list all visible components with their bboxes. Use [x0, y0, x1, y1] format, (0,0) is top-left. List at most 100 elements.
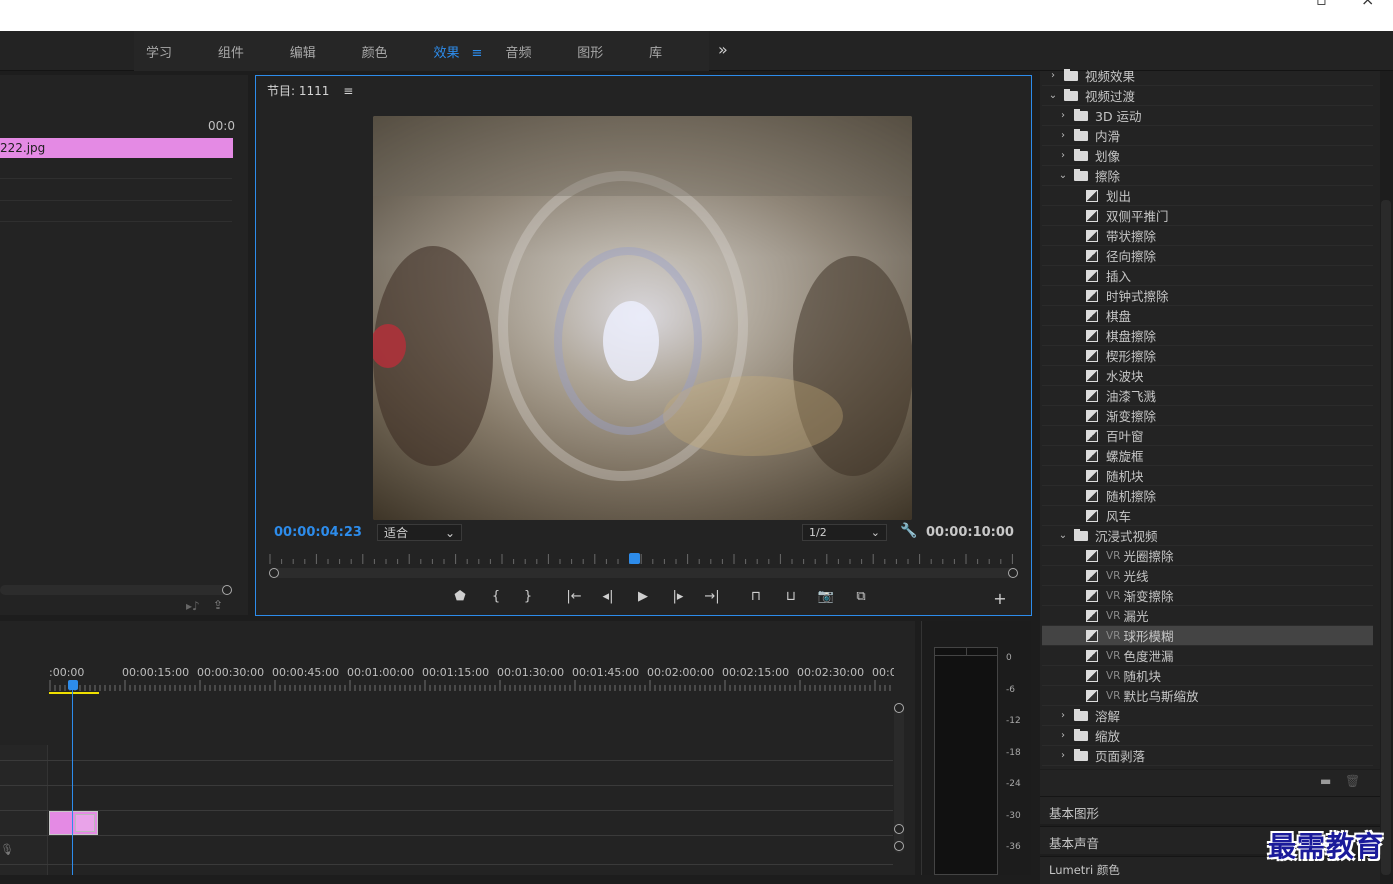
chevron-right-icon[interactable]: ›	[1058, 710, 1068, 721]
mark-out-icon[interactable]: }	[518, 589, 538, 604]
timeline-playhead[interactable]	[68, 680, 78, 690]
scroll-handle-bottom[interactable]	[894, 824, 904, 834]
restore-icon[interactable]: ▫	[1316, 0, 1327, 9]
effect-item[interactable]: VR 默比乌斯缩放	[1042, 686, 1373, 706]
scroll-handle[interactable]	[894, 841, 904, 851]
go-to-out-icon[interactable]: →|	[702, 589, 722, 604]
timeline-ticks[interactable]	[49, 680, 894, 692]
work-area-bar[interactable]	[49, 692, 99, 694]
new-bin-icon[interactable]: ▬	[1320, 774, 1331, 788]
more-workspaces-icon[interactable]: »	[718, 40, 728, 59]
effects-folder[interactable]: › 内滑	[1042, 126, 1373, 146]
go-to-in-icon[interactable]: |←	[564, 589, 584, 604]
extract-icon[interactable]: ⊔	[781, 589, 801, 604]
panel-menu-icon[interactable]: ≡	[343, 84, 353, 98]
zoom-handle-left[interactable]	[269, 568, 279, 578]
chevron-right-icon[interactable]: ›	[1048, 70, 1058, 81]
effects-folder[interactable]: ⌄ 沉浸式视频	[1042, 526, 1373, 546]
effect-item[interactable]: 风车	[1042, 506, 1373, 526]
effects-folder[interactable]: › 页面剥落	[1042, 746, 1373, 766]
chevron-right-icon[interactable]: ›	[1058, 130, 1068, 141]
chevron-right-icon[interactable]: ›	[1058, 730, 1068, 741]
source-clip[interactable]: 222.jpg	[0, 138, 233, 158]
effects-folder[interactable]: › 划像	[1042, 146, 1373, 166]
chevron-right-icon[interactable]: ›	[1058, 750, 1068, 761]
lift-icon[interactable]: ⊓	[746, 589, 766, 604]
effects-folder[interactable]: ⌄ 视频过渡	[1042, 86, 1373, 106]
transition-marker[interactable]	[75, 814, 95, 832]
effect-item[interactable]: 插入	[1042, 266, 1373, 286]
program-video-frame[interactable]	[373, 116, 912, 520]
effects-folder[interactable]: › 3D 运动	[1042, 106, 1373, 126]
comparison-view-icon[interactable]: ⧉	[851, 589, 871, 604]
tab-2[interactable]: 编辑	[278, 42, 350, 61]
chevron-right-icon[interactable]: ›	[1058, 110, 1068, 121]
effect-item[interactable]: VR 色度泄漏	[1042, 646, 1373, 666]
step-back-icon[interactable]: ◂|	[598, 589, 618, 604]
effect-item[interactable]: 楔形擦除	[1042, 346, 1373, 366]
tab-6[interactable]: 图形	[565, 42, 637, 61]
effect-item[interactable]: 油漆飞溅	[1042, 386, 1373, 406]
insert-icon[interactable]: ▸♪	[186, 599, 200, 613]
add-marker-icon[interactable]: ⬟	[450, 589, 470, 604]
effect-item[interactable]: 棋盘擦除	[1042, 326, 1373, 346]
trash-icon[interactable]: 🗑	[1345, 774, 1360, 788]
tab-4[interactable]: 效果 ≡	[421, 42, 493, 61]
effect-item[interactable]: 渐变擦除	[1042, 406, 1373, 426]
chevron-down-icon[interactable]: ⌄	[1058, 170, 1068, 181]
effects-folder[interactable]: › 溶解	[1042, 706, 1373, 726]
mic-icon[interactable]: 🎙	[0, 843, 14, 856]
effect-item[interactable]: 带状擦除	[1042, 226, 1373, 246]
effect-item[interactable]: 径向擦除	[1042, 246, 1373, 266]
current-timecode[interactable]: 00:00:04:23	[274, 525, 362, 540]
program-ruler[interactable]	[268, 552, 1017, 566]
tab-3[interactable]: 颜色	[350, 42, 422, 61]
program-playhead[interactable]	[629, 553, 640, 564]
effect-item[interactable]: 随机块	[1042, 466, 1373, 486]
close-icon[interactable]: ×	[1361, 0, 1374, 9]
source-scrollbar[interactable]	[0, 585, 228, 595]
step-forward-icon[interactable]: |▸	[668, 589, 688, 604]
program-zoom-bar[interactable]	[270, 568, 1016, 578]
timeline-scrollbar[interactable]	[893, 703, 905, 853]
tab-5[interactable]: 音频	[493, 42, 565, 61]
chevron-down-icon[interactable]: ⌄	[1058, 530, 1068, 541]
tab-7[interactable]: 库	[637, 42, 709, 61]
play-icon[interactable]: ▶	[633, 589, 653, 604]
camera-icon[interactable]: 📷	[816, 589, 836, 604]
effect-item[interactable]: VR 渐变擦除	[1042, 586, 1373, 606]
effect-item[interactable]: 百叶窗	[1042, 426, 1373, 446]
timeline-clip[interactable]	[49, 811, 98, 835]
section-essential-graphics[interactable]: 基本图形	[1040, 796, 1380, 824]
effect-item[interactable]: VR 漏光	[1042, 606, 1373, 626]
effect-item[interactable]: 时钟式擦除	[1042, 286, 1373, 306]
mark-in-icon[interactable]: {	[486, 589, 506, 604]
tab-menu-icon[interactable]: ≡	[471, 46, 482, 61]
effect-item[interactable]: VR 随机块	[1042, 666, 1373, 686]
effect-item[interactable]: VR 球形模糊	[1042, 626, 1373, 646]
zoom-handle-right[interactable]	[1008, 568, 1018, 578]
scroll-handle-top[interactable]	[894, 703, 904, 713]
effect-item[interactable]: 划出	[1042, 186, 1373, 206]
tab-1[interactable]: 组件	[206, 42, 278, 61]
effects-folder[interactable]: › 视频效果	[1042, 66, 1373, 86]
effect-item[interactable]: VR 光圈擦除	[1042, 546, 1373, 566]
effects-folder[interactable]: › 缩放	[1042, 726, 1373, 746]
add-button-icon[interactable]: +	[990, 589, 1010, 608]
chevron-down-icon[interactable]: ⌄	[1048, 90, 1058, 101]
effect-item[interactable]: 棋盘	[1042, 306, 1373, 326]
effect-item[interactable]: 螺旋框	[1042, 446, 1373, 466]
fit-dropdown[interactable]: 适合 ⌄	[377, 524, 462, 541]
resolution-dropdown[interactable]: 1/2 ⌄	[802, 524, 887, 541]
tab-0[interactable]: 学习	[134, 42, 206, 61]
effects-folder[interactable]: ⌄ 擦除	[1042, 166, 1373, 186]
wrench-icon[interactable]: 🔧	[900, 523, 917, 539]
effect-item[interactable]: VR 光线	[1042, 566, 1373, 586]
effects-scrollbar[interactable]	[1381, 200, 1391, 875]
export-icon[interactable]: ⇪	[213, 598, 223, 612]
effect-item[interactable]: 随机擦除	[1042, 486, 1373, 506]
scroll-handle[interactable]	[222, 585, 232, 595]
effect-item[interactable]: 水波块	[1042, 366, 1373, 386]
chevron-right-icon[interactable]: ›	[1058, 150, 1068, 161]
effect-item[interactable]: 双侧平推门	[1042, 206, 1373, 226]
